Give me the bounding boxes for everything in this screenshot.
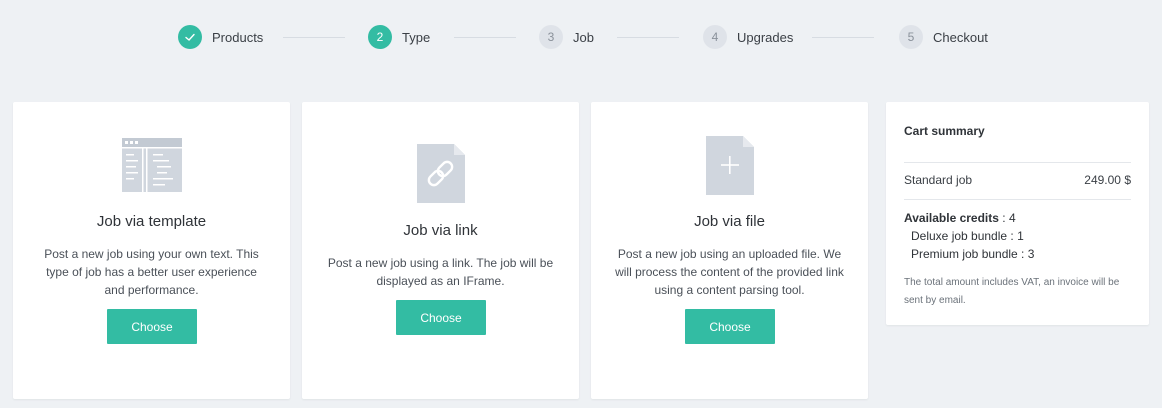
step-type[interactable]: 2 Type <box>368 25 430 49</box>
item-price: 249.00 $ <box>1084 173 1131 187</box>
step-upgrades[interactable]: 4 Upgrades <box>703 25 793 49</box>
step-connector <box>617 37 679 38</box>
card-description: Post a new job using an uploaded file. W… <box>615 247 844 297</box>
card-description: Post a new job using a link. The job wil… <box>327 256 554 288</box>
step-label: Job <box>573 29 594 45</box>
cart-summary: Cart summary Standard job 249.00 $ Avail… <box>886 102 1149 325</box>
credits-value: : 4 <box>998 211 1016 225</box>
step-checkout[interactable]: 5 Checkout <box>899 25 988 49</box>
step-connector <box>812 37 874 38</box>
template-layout-icon <box>13 138 290 192</box>
step-circle <box>178 25 202 49</box>
step-label: Upgrades <box>737 29 794 45</box>
divider <box>904 199 1131 200</box>
choose-button[interactable]: Choose <box>685 309 775 344</box>
step-number: 2 <box>368 25 392 49</box>
step-job[interactable]: 3 Job <box>539 25 594 49</box>
vat-note: The total amount includes VAT, an invoic… <box>904 277 1120 306</box>
card-description: Post a new job using your own text. This… <box>44 247 259 297</box>
credits-label: Available credits <box>904 211 999 225</box>
card-title: Job via file <box>694 213 765 230</box>
step-label: Products <box>212 29 264 45</box>
choose-button[interactable]: Choose <box>107 309 197 344</box>
step-number: 4 <box>703 25 727 49</box>
job-type-card-link: Job via link Post a new job using a link… <box>302 102 579 399</box>
cart-title: Cart summary <box>904 124 985 138</box>
step-connector <box>454 37 516 38</box>
item-name: Standard job <box>904 173 973 187</box>
checkout-stepper: Products 2 Type 3 Job 4 Upgrades 5 Check… <box>0 25 1162 49</box>
job-type-card-file: Job via file Post a new job using an upl… <box>591 102 868 399</box>
file-add-icon <box>591 136 868 195</box>
step-connector <box>283 37 345 38</box>
card-title: Job via link <box>403 222 478 239</box>
job-type-card-template: Job via template Post a new job using yo… <box>13 102 290 399</box>
available-credits: Available credits : 4 Deluxe job bundle … <box>904 209 1034 263</box>
divider <box>904 162 1131 163</box>
cart-line-item: Standard job 249.00 $ <box>904 173 1131 187</box>
step-products[interactable]: Products <box>178 25 263 49</box>
file-link-icon <box>302 144 579 203</box>
check-icon <box>184 31 196 43</box>
premium-bundle: Premium job bundle : 3 <box>911 247 1035 261</box>
step-number: 5 <box>899 25 923 49</box>
choose-button[interactable]: Choose <box>396 300 486 335</box>
card-title: Job via template <box>96 213 207 230</box>
step-number: 3 <box>539 25 563 49</box>
step-label: Checkout <box>933 29 988 45</box>
step-label: Type <box>402 29 431 45</box>
deluxe-bundle: Deluxe job bundle : 1 <box>911 229 1024 243</box>
